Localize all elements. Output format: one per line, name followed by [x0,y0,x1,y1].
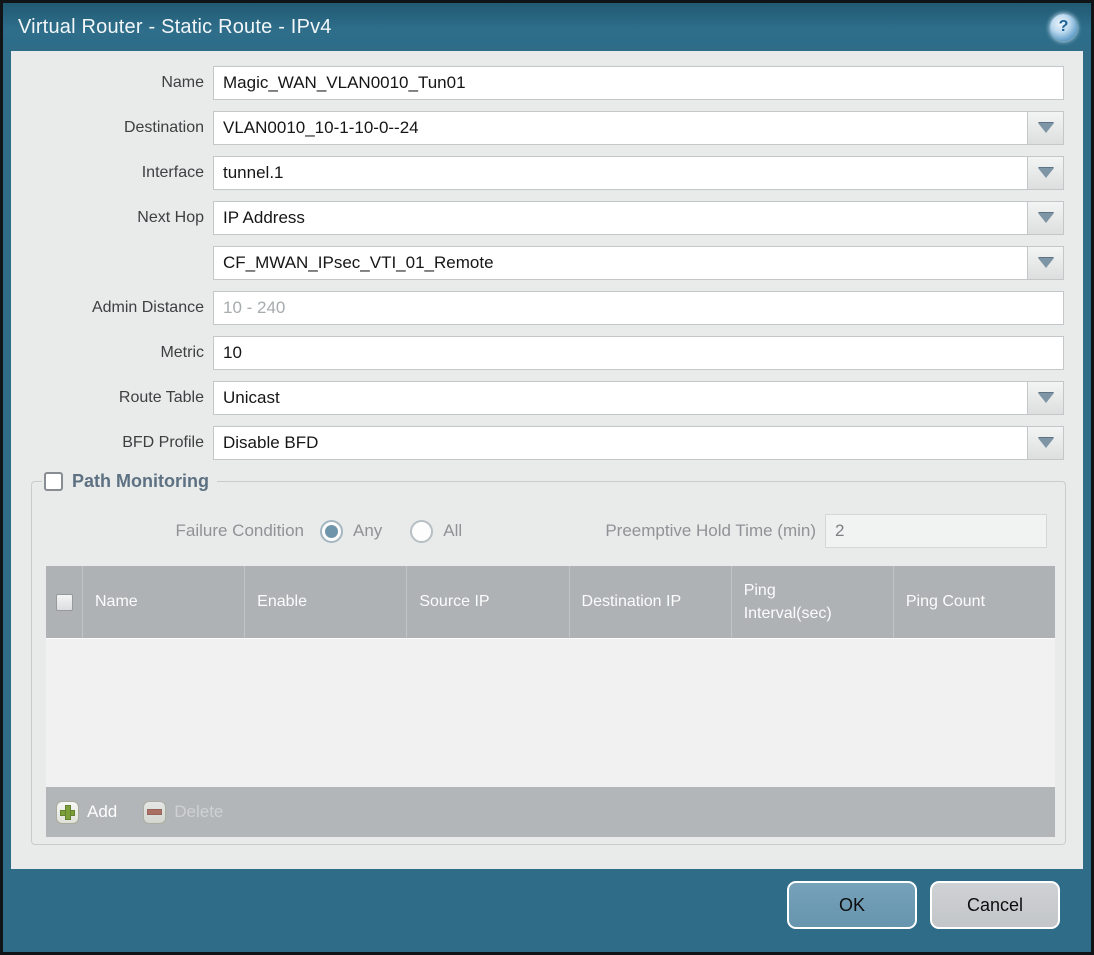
admin-distance-label: Admin Distance [91,299,204,316]
interface-input[interactable] [213,156,1028,190]
static-route-form: Name Destination Interface [11,51,1083,460]
bfd-profile-label: BFD Profile [122,434,204,451]
preemptive-hold-time-input[interactable] [825,514,1047,548]
table-header-ping-count[interactable]: Ping Count [894,566,1055,638]
dialog-title: Virtual Router - Static Route - IPv4 [18,15,332,38]
help-icon[interactable]: ? [1050,13,1077,41]
dialog-footer: OK Cancel [3,869,1091,952]
path-monitoring-table: Name Enable Source IP Destination IP Pin… [46,566,1055,837]
bfd-profile-input[interactable] [213,426,1028,460]
failure-condition-any-label: Any [353,521,383,540]
admin-distance-input[interactable] [213,291,1064,325]
dialog-titlebar: Virtual Router - Static Route - IPv4 ? [3,3,1091,51]
static-route-dialog: Virtual Router - Static Route - IPv4 ? N… [0,0,1094,955]
destination-input[interactable] [213,111,1028,145]
path-monitoring-legend: Path Monitoring [42,471,217,492]
route-table-label: Route Table [118,389,204,406]
table-header-select-all [46,566,83,638]
failure-condition-row: Failure Condition Any All Preemptive Hol… [42,514,1055,548]
interface-dropdown-button[interactable] [1028,156,1064,190]
delete-button[interactable]: Delete [143,800,223,824]
chevron-down-icon [1037,438,1054,448]
bfd-profile-dropdown-button[interactable] [1028,426,1064,460]
table-header-name[interactable]: Name [83,566,246,638]
name-row: Name [11,66,1064,100]
name-label: Name [161,74,204,91]
ok-button[interactable]: OK [787,881,917,929]
table-header-ping-interval[interactable]: Ping Interval(sec) [732,566,894,638]
next-hop-type-dropdown-button[interactable] [1028,201,1064,235]
destination-label: Destination [123,119,204,136]
failure-condition-all-label: All [443,521,463,540]
table-header-enable[interactable]: Enable [245,566,408,638]
path-monitoring-section: Path Monitoring Failure Condition Any Al… [31,471,1066,845]
failure-condition-any-option[interactable]: Any [320,519,383,543]
chevron-down-icon [1037,213,1054,223]
next-hop-type-input[interactable] [213,201,1028,235]
route-table-row: Route Table [11,381,1064,415]
failure-condition-all-option[interactable]: All [410,519,463,543]
cancel-button[interactable]: Cancel [930,881,1060,929]
table-header-destination-ip[interactable]: Destination IP [570,566,732,638]
interface-row: Interface [11,156,1064,190]
radio-unselected-icon [410,519,434,543]
failure-condition-label: Failure Condition [175,521,304,540]
next-hop-address-row [11,246,1064,280]
name-input[interactable] [213,66,1064,100]
chevron-down-icon [1037,393,1054,403]
metric-input[interactable] [213,336,1064,370]
chevron-down-icon [1037,168,1054,178]
table-footer: Add Delete [46,787,1055,837]
select-all-checkbox[interactable] [55,593,73,611]
next-hop-address-dropdown-button[interactable] [1028,246,1064,280]
next-hop-row: Next Hop [11,201,1064,235]
metric-label: Metric [160,344,204,361]
interface-label: Interface [141,164,204,181]
preemptive-hold-time-group: Preemptive Hold Time (min) [605,514,1047,548]
add-plus-icon [56,800,79,824]
chevron-down-icon [1037,123,1054,133]
admin-distance-row: Admin Distance [11,291,1064,325]
preemptive-hold-time-label: Preemptive Hold Time (min) [605,521,816,540]
metric-row: Metric [11,336,1064,370]
radio-selected-icon [320,519,343,543]
destination-dropdown-button[interactable] [1028,111,1064,145]
next-hop-label: Next Hop [137,209,204,226]
destination-row: Destination [11,111,1064,145]
route-table-dropdown-button[interactable] [1028,381,1064,415]
dialog-body: Name Destination Interface [11,51,1083,869]
next-hop-address-input[interactable] [213,246,1028,280]
table-header-row: Name Enable Source IP Destination IP Pin… [46,566,1055,638]
path-monitoring-title: Path Monitoring [72,471,209,491]
bfd-profile-row: BFD Profile [11,426,1064,460]
path-monitoring-checkbox[interactable] [44,472,63,491]
table-body-empty [46,638,1055,787]
route-table-input[interactable] [213,381,1028,415]
add-button[interactable]: Add [56,800,117,824]
delete-minus-icon [143,800,167,824]
table-header-source-ip[interactable]: Source IP [407,566,570,638]
chevron-down-icon [1037,258,1054,268]
